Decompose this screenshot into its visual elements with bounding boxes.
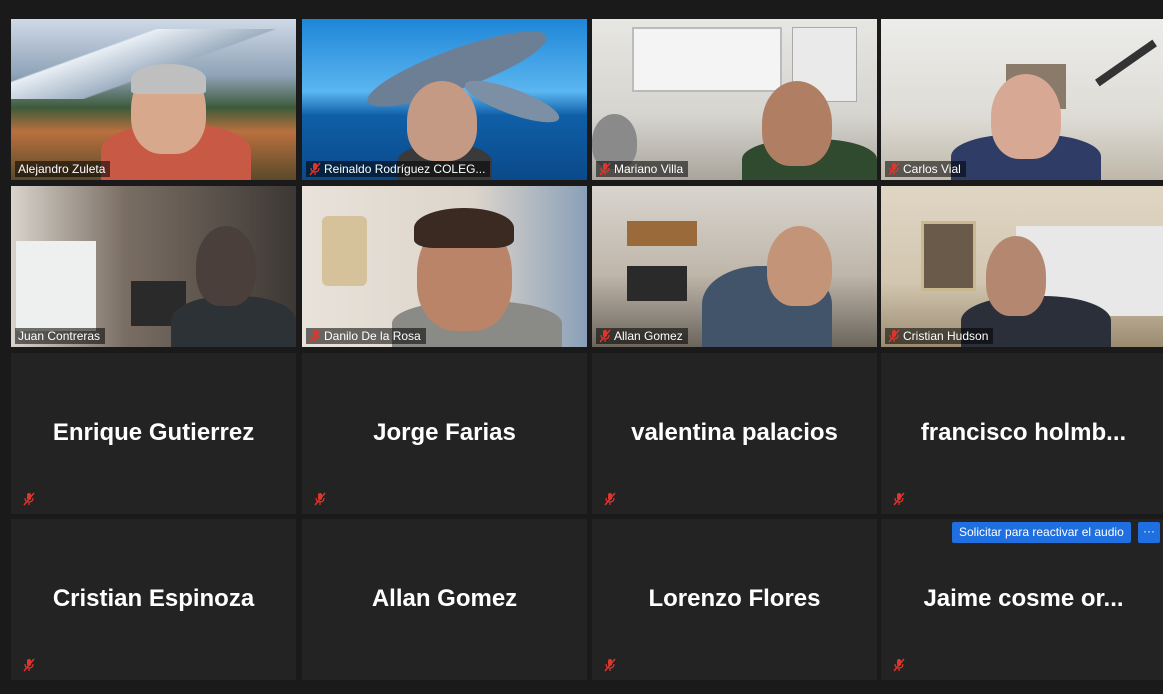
video-tile-allan-gomez[interactable]: Allan Gomez	[592, 186, 877, 347]
participant-name-tag: Cristian Hudson	[885, 328, 994, 344]
participant-name: Lorenzo Flores	[648, 585, 821, 612]
video-feed	[11, 19, 296, 180]
participant-name-tag: Juan Contreras	[15, 328, 106, 344]
participant-name-tag: Alejandro Zuleta	[15, 161, 111, 177]
muted-mic-icon	[604, 658, 616, 672]
muted-mic-icon	[888, 329, 900, 343]
video-feed	[592, 186, 877, 347]
participant-name-tag: Allan Gomez	[596, 328, 688, 344]
name-tile-lorenzo-flores[interactable]: Lorenzo Flores	[592, 519, 877, 680]
video-tile-alejandro-zuleta[interactable]: Alejandro Zuleta	[11, 19, 296, 180]
name-tile-jorge-farias[interactable]: Jorge Farias	[302, 353, 587, 514]
participant-name: francisco holmb...	[920, 419, 1127, 446]
participant-name: Danilo De la Rosa	[324, 329, 421, 343]
name-tile-enrique-gutierrez[interactable]: Enrique Gutierrez	[11, 353, 296, 514]
muted-mic-icon	[893, 492, 905, 506]
participant-name: Cristian Hudson	[903, 329, 989, 343]
video-feed	[302, 19, 587, 180]
participant-name-tag: Reinaldo Rodríguez COLEG...	[306, 161, 491, 177]
participant-name: Alejandro Zuleta	[18, 162, 106, 176]
name-tile-jaime-cosme[interactable]: Jaime cosme or...	[881, 519, 1163, 680]
more-options-icon[interactable]: ···	[1138, 522, 1160, 543]
participant-name: Cristian Espinoza	[52, 585, 255, 612]
request-unmute-button[interactable]: Solicitar para reactivar el audio	[952, 522, 1131, 543]
video-tile-reinaldo-rodriguez[interactable]: Reinaldo Rodríguez COLEG...	[302, 19, 587, 180]
participant-name: valentina palacios	[631, 419, 838, 446]
video-feed	[881, 19, 1163, 180]
name-tile-allan-gomez[interactable]: Allan Gomez	[302, 519, 587, 680]
video-tile-danilo-de-la-rosa[interactable]: Danilo De la Rosa	[302, 186, 587, 347]
participant-name: Allan Gomez	[371, 585, 518, 612]
muted-mic-icon	[23, 658, 35, 672]
participant-name-tag: Mariano Villa	[596, 161, 689, 177]
name-tile-francisco-holmb[interactable]: francisco holmb...	[881, 353, 1163, 514]
participant-name: Mariano Villa	[614, 162, 684, 176]
muted-mic-icon	[309, 162, 321, 176]
muted-mic-icon	[314, 492, 326, 506]
name-tile-valentina-palacios[interactable]: valentina palacios	[592, 353, 877, 514]
participant-name: Allan Gomez	[614, 329, 683, 343]
video-tile-carlos-vial[interactable]: Carlos Vial	[881, 19, 1163, 180]
participant-name: Enrique Gutierrez	[52, 419, 255, 446]
muted-mic-icon	[604, 492, 616, 506]
participant-name: Reinaldo Rodríguez COLEG...	[324, 162, 486, 176]
video-feed	[881, 186, 1163, 347]
name-tile-cristian-espinoza[interactable]: Cristian Espinoza	[11, 519, 296, 680]
participant-name: Jorge Farias	[373, 419, 516, 446]
video-feed	[302, 186, 587, 347]
participant-name-tag: Carlos Vial	[885, 161, 966, 177]
participant-name: Carlos Vial	[903, 162, 961, 176]
muted-mic-icon	[309, 329, 321, 343]
muted-mic-icon	[599, 162, 611, 176]
muted-mic-icon	[888, 162, 900, 176]
muted-mic-icon	[23, 492, 35, 506]
participant-name: Juan Contreras	[18, 329, 101, 343]
video-tile-juan-contreras[interactable]: Juan Contreras	[11, 186, 296, 347]
participant-name-tag: Danilo De la Rosa	[306, 328, 426, 344]
video-feed	[11, 186, 296, 347]
muted-mic-icon	[893, 658, 905, 672]
gallery-grid: Alejandro Zuleta Reinaldo Rodríguez COLE…	[0, 0, 1163, 694]
video-tile-cristian-hudson[interactable]: Cristian Hudson	[881, 186, 1163, 347]
participant-name: Jaime cosme or...	[923, 585, 1124, 612]
video-tile-mariano-villa[interactable]: Mariano Villa	[592, 19, 877, 180]
muted-mic-icon	[599, 329, 611, 343]
video-feed	[592, 19, 877, 180]
